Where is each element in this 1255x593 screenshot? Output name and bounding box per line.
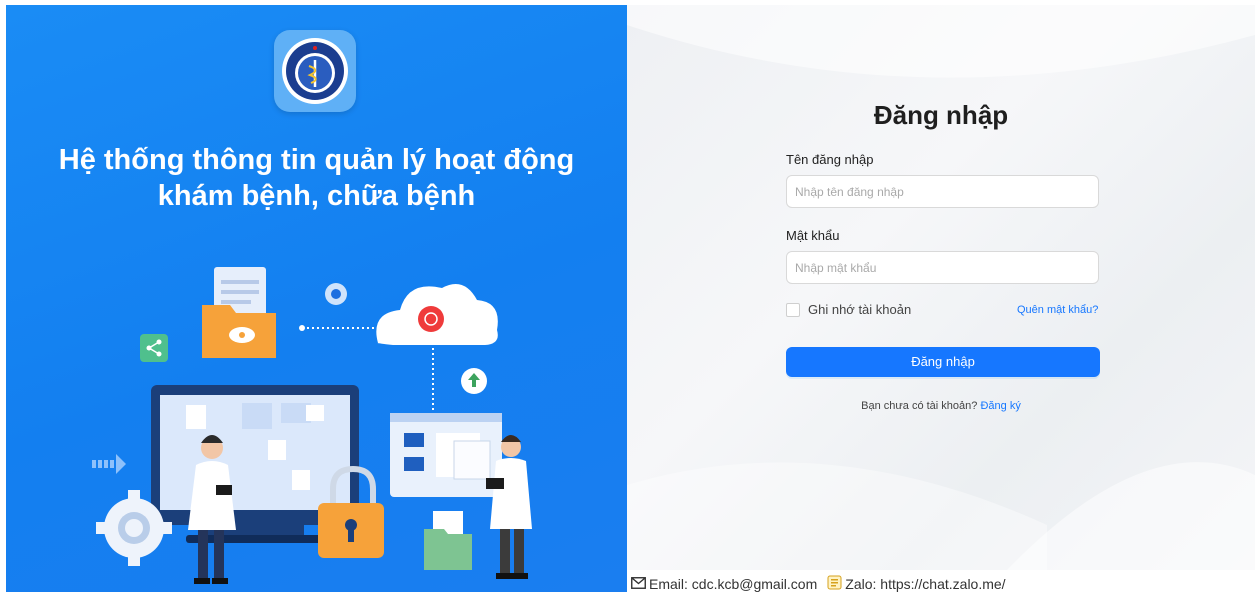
arrow-graphic — [92, 454, 126, 474]
hero-headline: Hệ thống thông tin quản lý hoạt động khá… — [6, 142, 627, 214]
signup-prompt-text: Bạn chưa có tài khoản? — [861, 400, 978, 412]
upload-icon — [461, 368, 487, 394]
panel-graphic — [390, 413, 502, 497]
signup-link[interactable]: Đăng ký — [980, 400, 1020, 412]
username-input[interactable] — [786, 175, 1099, 208]
remember-label: Ghi nhớ tài khoản — [808, 302, 912, 317]
background-swoosh — [627, 5, 1255, 570]
ministry-logo — [274, 30, 356, 112]
footer-email: Email: cdc.kcb@gmail.com — [649, 576, 818, 592]
zalo-icon — [827, 575, 842, 593]
remember-checkbox[interactable] — [786, 302, 800, 317]
share-icon — [140, 334, 168, 362]
remember-account[interactable]: Ghi nhớ tài khoản — [786, 302, 911, 317]
cloud-graphic — [376, 284, 498, 345]
login-panel: Đăng nhập Tên đăng nhập Mật khẩu Ghi nhớ… — [627, 5, 1255, 570]
mail-icon — [631, 576, 646, 592]
forgot-password-link[interactable]: Quên mật khẩu? — [1017, 304, 1098, 316]
folder-document-graphic — [202, 267, 276, 358]
small-gear-icon — [325, 283, 347, 305]
hero-headline-line2: khám bệnh, chữa bệnh — [157, 180, 476, 212]
footer-zalo[interactable]: Zalo: https://chat.zalo.me/ — [845, 576, 1005, 592]
password-label: Mật khẩu — [786, 228, 840, 243]
login-title: Đăng nhập — [873, 100, 1009, 130]
hero-headline-line1: Hệ thống thông tin quản lý hoạt động — [58, 144, 575, 176]
green-folder-graphic — [424, 511, 472, 570]
password-input[interactable] — [786, 251, 1099, 284]
login-button[interactable]: Đăng nhập — [786, 347, 1100, 377]
footer-contact: Email: cdc.kcb@gmail.com Zalo: https://c… — [631, 575, 1006, 593]
signup-prompt: Bạn chưa có tài khoản? Đăng ký — [627, 400, 1255, 412]
hero-panel: Hệ thống thông tin quản lý hoạt động khá… — [6, 5, 627, 592]
username-label: Tên đăng nhập — [786, 152, 874, 167]
hero-illustration — [92, 267, 532, 584]
